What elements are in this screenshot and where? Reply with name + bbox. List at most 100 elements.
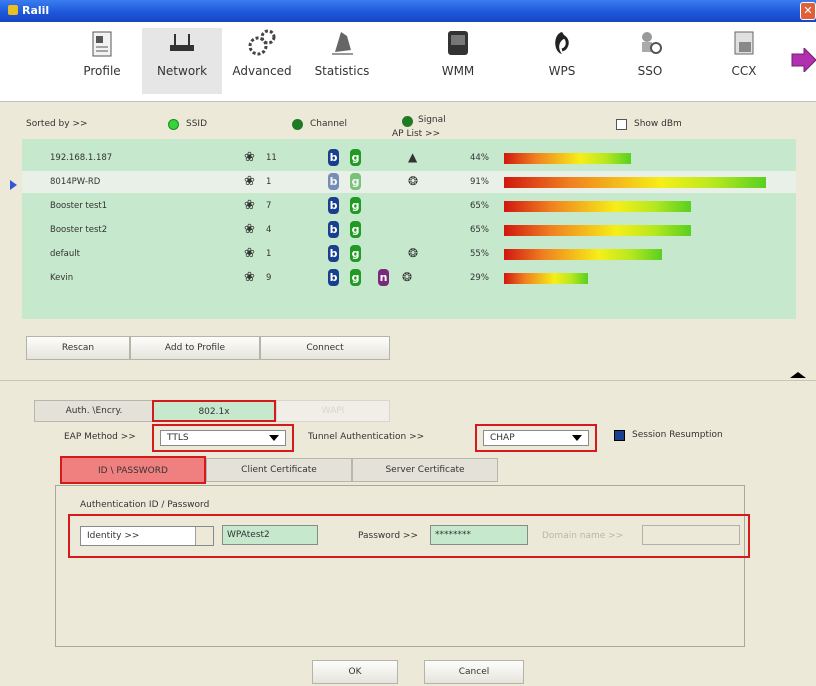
subtab-client-certificate[interactable]: Client Certificate [206, 458, 352, 482]
app-icon [8, 5, 18, 15]
ccx-icon [734, 31, 754, 55]
sort-channel-radio[interactable] [292, 119, 303, 130]
identity-select[interactable]: Identity >> [80, 526, 214, 546]
mode-g-icon: g [350, 149, 361, 166]
sso-icon [642, 32, 662, 54]
ap-signal-percent: 65% [470, 201, 489, 211]
ap-list-header: Sorted by >> SSID Channel Signal AP List… [0, 103, 816, 139]
advanced-icon [248, 29, 276, 56]
sort-ssid-label: SSID [186, 119, 208, 129]
statistics-icon [332, 32, 353, 55]
mode-g-icon: g [350, 269, 361, 286]
session-resumption-checkbox[interactable] [614, 430, 625, 441]
ap-signal-percent: 29% [470, 273, 489, 283]
toolbar-label-advanced: Advanced [232, 64, 292, 78]
signal-strength-bar [504, 225, 691, 236]
eap-method-caret-icon [269, 435, 279, 441]
eap-method-label: EAP Method >> [64, 432, 136, 442]
cancel-button[interactable]: Cancel [424, 660, 524, 684]
ap-channel: 9 [266, 273, 272, 283]
ok-button[interactable]: OK [312, 660, 398, 684]
mode-g-icon: g [350, 197, 361, 214]
signal-strength-bar [504, 177, 766, 188]
tunnel-authentication-label: Tunnel Authentication >> [308, 432, 425, 442]
eap-method-select[interactable]: TTLS [160, 430, 286, 446]
toolbar-label-network: Network [156, 64, 208, 78]
ap-list-row[interactable]: Booster test1 ❀ 7 b g 65% [22, 195, 796, 217]
ap-list-row[interactable]: 8014PW-RD ❀ 1 b g ❂ 91% [22, 171, 796, 193]
ap-channel: 4 [266, 225, 272, 235]
mode-g-icon: g [350, 173, 361, 190]
toolbar-label-wmm: WMM [441, 64, 475, 78]
selected-row-indicator-icon [10, 180, 17, 190]
lock-icon: ▲ [408, 150, 418, 164]
mode-g-icon: g [350, 245, 361, 262]
mode-b-icon: b [328, 269, 339, 286]
tab-wapi[interactable]: WAPI [276, 400, 390, 422]
signal-strength-bar [504, 153, 631, 164]
session-resumption-label: Session Resumption [632, 430, 723, 440]
domain-name-field[interactable] [642, 525, 740, 545]
channel-icon: ❀ [244, 198, 255, 213]
rescan-button[interactable]: Rescan [26, 336, 130, 360]
ap-signal-percent: 44% [470, 153, 489, 163]
identity-label: Identity >> [87, 531, 140, 541]
ap-channel: 11 [266, 153, 277, 163]
ap-list-label: AP List >> [392, 129, 441, 139]
toolbar-label-sso: SSO [637, 64, 663, 78]
collapse-arrow-icon[interactable] [788, 370, 808, 380]
add-to-profile-button[interactable]: Add to Profile [130, 336, 260, 360]
ap-list-row[interactable]: 192.168.1.187 ❀ 11 b g ▲ 44% [22, 147, 796, 169]
signal-strength-bar [504, 273, 588, 284]
tab-8021x[interactable]: 802.1x [152, 400, 276, 422]
ap-list-row[interactable]: default ❀ 1 b g ❂ 55% [22, 243, 796, 265]
mode-b-icon: b [328, 173, 339, 190]
sort-signal-radio[interactable] [402, 116, 413, 127]
close-button[interactable]: ✕ [800, 2, 816, 20]
toolbar-ccx-button[interactable]: CCX [704, 28, 784, 94]
identity-field[interactable]: WPAtest2 [222, 525, 318, 545]
mode-g-icon: g [350, 221, 361, 238]
connect-button[interactable]: Connect [260, 336, 390, 360]
network-icon [170, 34, 194, 51]
ap-signal-percent: 55% [470, 249, 489, 259]
toolbar-wps-button[interactable]: WPS [522, 28, 602, 94]
toolbar-label-statistics: Statistics [314, 64, 370, 78]
divider [0, 380, 816, 381]
show-dbm-checkbox[interactable] [616, 119, 627, 130]
channel-icon: ❀ [244, 246, 255, 261]
sorted-by-label: Sorted by >> [26, 119, 88, 129]
ap-signal-percent: 65% [470, 225, 489, 235]
identity-caret-icon [195, 527, 213, 545]
tunnel-authentication-caret-icon [572, 435, 582, 441]
wps-icon: ❂ [408, 174, 419, 188]
mode-n-icon: n [378, 269, 389, 286]
tunnel-authentication-select[interactable]: CHAP [483, 430, 589, 446]
mode-b-icon: b [328, 197, 339, 214]
toolbar-network-button[interactable]: Network [142, 28, 222, 94]
ap-list-row[interactable]: Booster test2 ❀ 4 b g 65% [22, 219, 796, 241]
ap-signal-percent: 91% [470, 177, 489, 187]
wmm-icon [448, 31, 468, 55]
toolbar-label-ccx: CCX [731, 64, 757, 78]
toolbar-sso-button[interactable]: SSO [610, 28, 690, 94]
toolbar-label-wps: WPS [548, 64, 576, 78]
tab-auth-encry[interactable]: Auth. \Encry. [34, 400, 154, 422]
toolbar-statistics-button[interactable]: Statistics [302, 28, 382, 94]
sort-ssid-radio[interactable] [168, 119, 179, 130]
signal-strength-bar [504, 249, 662, 260]
toolbar-wmm-button[interactable]: WMM [418, 28, 498, 94]
mode-b-icon: b [328, 245, 339, 262]
wps-icon [555, 32, 569, 54]
toolbar-advanced-button[interactable]: Advanced [222, 28, 302, 94]
subtab-id-password[interactable]: ID \ PASSWORD [60, 456, 206, 484]
toolbar-profile-button[interactable]: Profile [62, 28, 142, 94]
ap-channel: 1 [266, 177, 272, 187]
subtab-server-certificate[interactable]: Server Certificate [352, 458, 498, 482]
ap-ssid: default [50, 249, 80, 259]
mode-b-icon: b [328, 149, 339, 166]
password-field[interactable]: ******** [430, 525, 528, 545]
ap-list-row[interactable]: Kevin ❀ 9 b g n ❂ 29% [22, 267, 796, 289]
mode-b-icon: b [328, 221, 339, 238]
scroll-right-arrow-icon[interactable] [790, 48, 816, 72]
